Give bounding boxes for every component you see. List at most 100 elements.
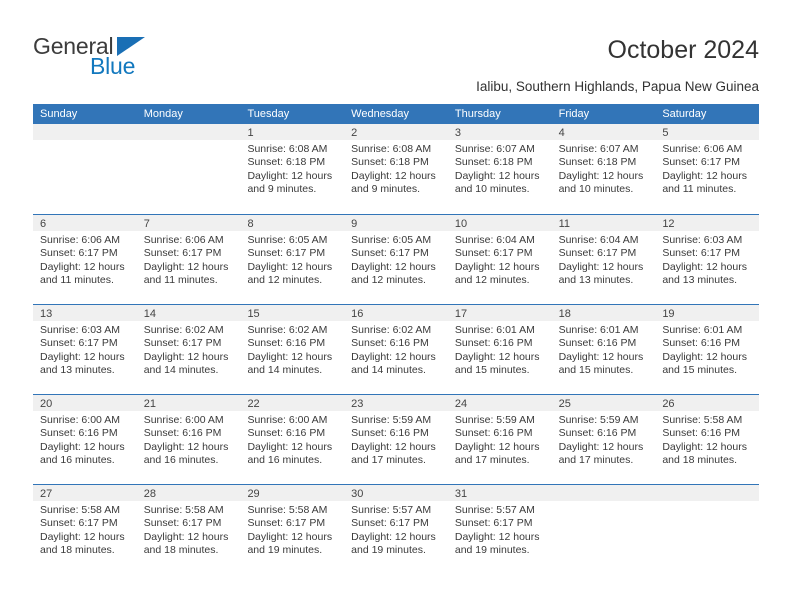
day-number: 19: [655, 305, 760, 321]
day-cell[interactable]: 3 Sunrise: 6:07 AM Sunset: 6:18 PM Daylight…: [447, 124, 552, 214]
day-cell[interactable]: 27 Sunrise: 5:58 AM Sunset: 6:17 PM Dayligh…: [33, 485, 137, 574]
day-number: 8: [240, 215, 345, 231]
sunrise-text: Sunrise: 6:07 AM: [558, 143, 639, 155]
daylight-text-line1: Daylight: 12 hours: [351, 169, 436, 182]
day-cell[interactable]: 29 Sunrise: 5:58 AM Sunset: 6:17 PM Dayligh…: [240, 485, 345, 574]
weekday-wednesday: Wednesday: [351, 108, 410, 120]
week-row: 13 Sunrise: 6:03 AM Sunset: 6:17 PM Dayligh…: [33, 304, 760, 394]
day-sun-info: Sunrise: 6:03 AM Sunset: 6:17 PM Daylight:…: [33, 321, 137, 378]
sunrise-text: Sunrise: 6:02 AM: [247, 324, 328, 336]
day-cell[interactable]: 13 Sunrise: 6:03 AM Sunset: 6:17 PM Dayligh…: [33, 305, 137, 394]
day-number: 7: [136, 215, 241, 231]
sunset-text: Sunset: 6:16 PM: [662, 427, 740, 440]
sunset-text: Sunset: 6:18 PM: [454, 156, 533, 169]
day-cell[interactable]: 7 Sunrise: 6:06 AM Sunset: 6:17 PM Daylight…: [136, 215, 241, 304]
sunrise-text: Sunrise: 6:08 AM: [247, 143, 328, 155]
daylight-text-line1: Daylight: 12 hours: [662, 440, 747, 453]
sunset-text: Sunset: 6:17 PM: [40, 247, 118, 260]
day-number: 12: [655, 215, 760, 231]
day-number: 24: [447, 395, 552, 411]
daylight-text-line1: Daylight: 12 hours: [247, 440, 333, 453]
daylight-text-line1: Daylight: 12 hours: [143, 530, 229, 543]
day-cell[interactable]: 1 Sunrise: 6:08 AM Sunset: 6:18 PM Daylight…: [240, 124, 345, 214]
day-sun-info: Sunrise: 6:07 AM Sunset: 6:18 PM Daylight:…: [552, 140, 656, 197]
weekday-sunday: Sunday: [40, 108, 78, 120]
day-cell[interactable]: 8 Sunrise: 6:05 AM Sunset: 6:17 PM Daylight…: [240, 215, 345, 304]
day-cell[interactable]: 14 Sunrise: 6:02 AM Sunset: 6:17 PM Dayligh…: [136, 305, 241, 394]
day-number: 15: [240, 305, 345, 321]
day-cell[interactable]: 22 Sunrise: 6:00 AM Sunset: 6:16 PM Dayligh…: [240, 395, 345, 484]
day-cell[interactable]: 10 Sunrise: 6:04 AM Sunset: 6:17 PM Dayligh…: [447, 215, 552, 304]
day-sun-info: Sunrise: 5:57 AM Sunset: 6:17 PM Daylight:…: [448, 501, 552, 558]
daylight-text-line2: and 15 minutes.: [662, 364, 738, 377]
week-row: 6 Sunrise: 6:06 AM Sunset: 6:17 PM Daylight…: [33, 214, 760, 304]
daylight-text-line2: and 18 minutes.: [662, 454, 738, 467]
sunset-text: Sunset: 6:17 PM: [247, 517, 326, 530]
sunset-text: Sunset: 6:17 PM: [454, 517, 533, 530]
day-cell[interactable]: 23 Sunrise: 5:59 AM Sunset: 6:16 PM Dayligh…: [344, 395, 448, 484]
daylight-text-line2: and 12 minutes.: [247, 274, 323, 287]
sunrise-text: Sunrise: 5:59 AM: [558, 414, 639, 426]
day-number: 30: [344, 485, 448, 501]
weekday-saturday: Saturday: [662, 108, 707, 120]
daylight-text-line1: Daylight: 12 hours: [143, 350, 229, 363]
daylight-text-line1: Daylight: 12 hours: [40, 530, 125, 543]
sunset-text: Sunset: 6:17 PM: [40, 337, 118, 350]
day-number: 26: [655, 395, 760, 411]
daylight-text-line1: Daylight: 12 hours: [558, 169, 644, 182]
day-number: 28: [136, 485, 241, 501]
week-row: 27 Sunrise: 5:58 AM Sunset: 6:17 PM Dayligh…: [33, 484, 760, 574]
day-cell[interactable]: 25 Sunrise: 5:59 AM Sunset: 6:16 PM Dayligh…: [551, 395, 656, 484]
daylight-text-line2: and 16 minutes.: [247, 454, 323, 467]
day-cell[interactable]: 2 Sunrise: 6:08 AM Sunset: 6:18 PM Daylight…: [344, 124, 448, 214]
day-cell[interactable]: 17 Sunrise: 6:01 AM Sunset: 6:16 PM Dayligh…: [447, 305, 552, 394]
daylight-text-line1: Daylight: 12 hours: [351, 530, 436, 543]
daylight-text-line2: and 16 minutes.: [40, 454, 115, 467]
day-number: 16: [344, 305, 448, 321]
daylight-text-line2: and 13 minutes.: [662, 274, 738, 287]
day-number: 4: [551, 124, 656, 140]
daylight-text-line2: and 13 minutes.: [558, 274, 634, 287]
sunrise-text: Sunrise: 5:59 AM: [454, 414, 535, 426]
day-cell[interactable]: 20 Sunrise: 6:00 AM Sunset: 6:16 PM Dayligh…: [33, 395, 137, 484]
sunrise-text: Sunrise: 6:00 AM: [247, 414, 328, 426]
sunset-text: Sunset: 6:17 PM: [143, 247, 222, 260]
day-number: 13: [33, 305, 137, 321]
day-cell[interactable]: 16 Sunrise: 6:02 AM Sunset: 6:16 PM Dayligh…: [344, 305, 448, 394]
day-cell[interactable]: 28 Sunrise: 5:58 AM Sunset: 6:17 PM Dayligh…: [136, 485, 241, 574]
page-header: General Blue October 2024 Ialibu, Southe…: [0, 0, 792, 100]
day-cell-empty: [33, 124, 137, 214]
daylight-text-line1: Daylight: 12 hours: [351, 350, 436, 363]
day-cell[interactable]: 31 Sunrise: 5:57 AM Sunset: 6:17 PM Dayligh…: [447, 485, 552, 574]
day-cell[interactable]: 11 Sunrise: 6:04 AM Sunset: 6:17 PM Dayligh…: [551, 215, 656, 304]
day-cell[interactable]: 21 Sunrise: 6:00 AM Sunset: 6:16 PM Dayligh…: [136, 395, 241, 484]
day-cell[interactable]: 12 Sunrise: 6:03 AM Sunset: 6:17 PM Dayligh…: [655, 215, 760, 304]
sunrise-text: Sunrise: 5:58 AM: [40, 504, 120, 516]
day-sun-info: Sunrise: 6:05 AM Sunset: 6:17 PM Daylight:…: [240, 231, 344, 288]
day-number: 22: [240, 395, 345, 411]
daylight-text-line1: Daylight: 12 hours: [558, 350, 644, 363]
general-blue-logo[interactable]: General Blue: [33, 35, 183, 85]
sunset-text: Sunset: 6:17 PM: [558, 247, 637, 260]
calendar-page: General Blue October 2024 Ialibu, Southe…: [0, 0, 792, 612]
sunset-text: Sunset: 6:16 PM: [247, 337, 326, 350]
day-cell[interactable]: 9 Sunrise: 6:05 AM Sunset: 6:17 PM Daylight…: [344, 215, 448, 304]
day-cell[interactable]: 4 Sunrise: 6:07 AM Sunset: 6:18 PM Daylight…: [551, 124, 656, 214]
day-cell[interactable]: 6 Sunrise: 6:06 AM Sunset: 6:17 PM Daylight…: [33, 215, 137, 304]
day-cell[interactable]: 30 Sunrise: 5:57 AM Sunset: 6:17 PM Dayligh…: [344, 485, 448, 574]
day-cell[interactable]: 24 Sunrise: 5:59 AM Sunset: 6:16 PM Dayligh…: [447, 395, 552, 484]
day-cell-empty: [655, 485, 760, 574]
day-cell[interactable]: 5 Sunrise: 6:06 AM Sunset: 6:17 PM Daylight…: [655, 124, 760, 214]
day-cell[interactable]: 18 Sunrise: 6:01 AM Sunset: 6:16 PM Dayligh…: [551, 305, 656, 394]
daylight-text-line2: and 15 minutes.: [558, 364, 634, 377]
day-number: 11: [551, 215, 656, 231]
page-title: October 2024: [607, 36, 760, 64]
day-cell[interactable]: 19 Sunrise: 6:01 AM Sunset: 6:16 PM Dayligh…: [655, 305, 760, 394]
day-sun-info: Sunrise: 6:01 AM Sunset: 6:16 PM Daylight:…: [448, 321, 552, 378]
day-cell[interactable]: 15 Sunrise: 6:02 AM Sunset: 6:16 PM Dayligh…: [240, 305, 345, 394]
daylight-text-line1: Daylight: 12 hours: [247, 350, 333, 363]
sunrise-text: Sunrise: 5:58 AM: [143, 504, 224, 516]
daylight-text-line2: and 12 minutes.: [454, 274, 530, 287]
sunrise-text: Sunrise: 6:06 AM: [40, 234, 120, 246]
day-cell[interactable]: 26 Sunrise: 5:58 AM Sunset: 6:16 PM Dayligh…: [655, 395, 760, 484]
